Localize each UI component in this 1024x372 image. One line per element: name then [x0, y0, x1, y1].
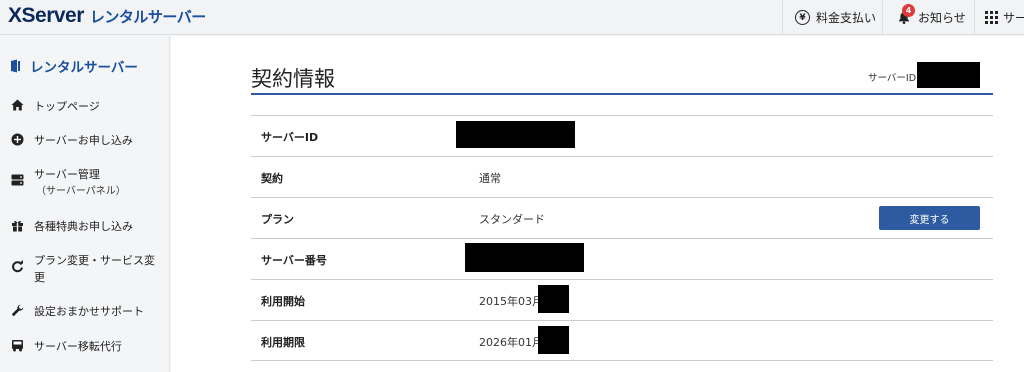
grid-icon: [985, 11, 998, 24]
row-value: 通常: [479, 172, 501, 185]
sidebar-item-sublabel: （サーバーパネル）: [36, 186, 126, 197]
services-label: サーバー: [1003, 11, 1024, 25]
server-icon: [10, 173, 24, 187]
services-menu-button[interactable]: サーバー: [974, 0, 1024, 35]
row-value: 2015年03月: [479, 295, 543, 308]
row-value: 2026年01月: [479, 336, 543, 349]
row-key: サーバーID: [261, 131, 319, 144]
redacted-server-number: [465, 243, 584, 272]
row-key: 利用期限: [261, 336, 305, 349]
truck-icon: [10, 338, 24, 352]
brand-logo[interactable]: XServer レンタルサーバー: [8, 4, 206, 30]
brand-name: XServer: [8, 4, 84, 27]
sidebar-title[interactable]: レンタルサーバー: [10, 56, 138, 76]
top-header: XServer レンタルサーバー ¥ 料金支払い 4 お知らせ サーバー: [0, 0, 1024, 35]
notice-button[interactable]: 4 お知らせ: [882, 0, 974, 35]
table-row: 契約 通常: [251, 156, 993, 197]
title-divider: [251, 93, 993, 95]
sidebar-title-label: レンタルサーバー: [30, 60, 138, 76]
payment-button[interactable]: ¥ 料金支払い: [782, 0, 882, 35]
redacted-start-day: [538, 285, 569, 313]
row-key: 利用開始: [261, 295, 305, 308]
sidebar-item-migration[interactable]: サーバー移転代行: [10, 338, 160, 355]
wrench-icon: [10, 303, 24, 317]
refresh-icon: [10, 259, 24, 273]
redacted-server-id: [456, 121, 575, 148]
sidebar-item-label: サーバー管理: [34, 168, 100, 181]
sidebar-item-label: 各種特典お申し込み: [34, 220, 133, 233]
redacted-end-day: [538, 326, 569, 354]
sidebar-item-top[interactable]: トップページ: [10, 98, 160, 115]
change-plan-button[interactable]: 変更する: [879, 206, 980, 230]
page-title: 契約情報: [251, 67, 335, 91]
home-icon: [10, 98, 24, 112]
sidebar: レンタルサーバー トップページ サーバーお申し込み サーバー管理 （サーバーパネ…: [0, 36, 170, 372]
row-key: プラン: [261, 213, 294, 226]
notice-label: お知らせ: [918, 11, 966, 25]
sidebar-item-plan-change[interactable]: プラン変更・サービス変 更: [10, 252, 160, 286]
sidebar-item-setup-support[interactable]: 設定おまかせサポート: [10, 303, 160, 320]
sidebar-item-label: サーバー移転代行: [34, 340, 122, 353]
table-row: 利用開始 2015年03月: [251, 279, 993, 320]
plus-circle-icon: [10, 132, 24, 146]
rental-server-icon: [11, 59, 20, 73]
yen-icon: ¥: [795, 10, 810, 25]
sidebar-item-label: トップページ: [34, 100, 100, 113]
row-key: サーバー番号: [261, 254, 327, 267]
row-key: 契約: [261, 172, 283, 185]
sidebar-item-server-apply[interactable]: サーバーお申し込み: [10, 132, 160, 149]
table-row: プラン スタンダード 変更する: [251, 197, 993, 238]
sidebar-item-label-cont: 更: [34, 271, 45, 284]
sidebar-item-label: サーバーお申し込み: [34, 134, 133, 147]
bell-icon: 4: [897, 3, 915, 25]
sidebar-item-label: プラン変更・サービス変: [34, 254, 155, 267]
table-row: 利用期限 2026年01月: [251, 320, 993, 361]
table-row: サーバーID: [251, 115, 993, 156]
sidebar-item-label: 設定おまかせサポート: [34, 305, 144, 318]
notice-count-badge: 4: [902, 3, 915, 17]
main-content: 契約情報 サーバーID サーバーID 契約 通常 プラン スタンダード 変更する…: [171, 36, 1024, 372]
sidebar-item-server-management[interactable]: サーバー管理 （サーバーパネル）: [10, 166, 160, 200]
sidebar-item-benefits[interactable]: 各種特典お申し込み: [10, 218, 160, 235]
brand-subtitle: レンタルサーバー: [89, 8, 206, 26]
gift-icon: [10, 218, 24, 232]
table-row: サーバー番号: [251, 238, 993, 279]
contract-info-table: サーバーID 契約 通常 プラン スタンダード 変更する サーバー番号 利用開始…: [251, 115, 993, 361]
server-id-header-label: サーバーID: [868, 73, 917, 84]
row-value: スタンダード: [479, 213, 545, 226]
payment-label: 料金支払い: [816, 11, 877, 25]
redacted-server-id-header: [917, 62, 980, 88]
